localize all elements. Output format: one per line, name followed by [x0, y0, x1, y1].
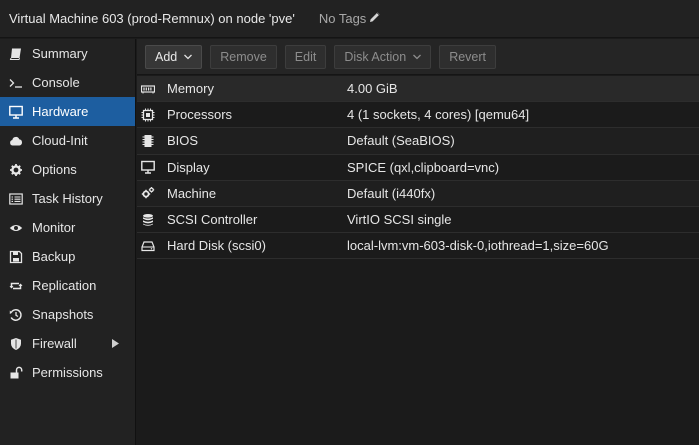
row-key: BIOS — [167, 133, 199, 149]
revert-button[interactable]: Revert — [439, 44, 497, 69]
pencil-icon[interactable] — [369, 11, 381, 26]
add-button-label: Add — [155, 49, 178, 64]
memory-icon — [141, 82, 155, 96]
row-value: 4.00 GiB — [347, 81, 398, 97]
table-row[interactable]: Processors 4 (1 sockets, 4 cores) [qemu6… — [137, 102, 699, 129]
chevron-right-icon[interactable] — [112, 339, 119, 348]
sidebar-item-label: Hardware — [32, 104, 89, 119]
terminal-icon — [9, 76, 23, 90]
sidebar-item-label: Cloud-Init — [32, 133, 88, 148]
retweet-icon — [9, 279, 23, 293]
monitor-icon — [9, 105, 23, 119]
sidebar: Summary Console Hardware Cloud-Init Opti… — [0, 39, 136, 445]
sidebar-item-hardware[interactable]: Hardware — [0, 97, 135, 126]
sidebar-item-label: Console — [32, 75, 80, 90]
row-key: Hard Disk (scsi0) — [167, 238, 266, 254]
table-row[interactable]: Memory 4.00 GiB — [137, 76, 699, 103]
book-icon — [9, 47, 23, 61]
sidebar-item-cloud-init[interactable]: Cloud-Init — [0, 126, 135, 155]
floppy-icon — [9, 250, 23, 264]
row-key: SCSI Controller — [167, 212, 258, 228]
sidebar-item-label: Replication — [32, 278, 97, 293]
list-icon — [9, 192, 23, 206]
edit-button[interactable]: Edit — [284, 44, 327, 69]
sidebar-item-monitor[interactable]: Monitor — [0, 213, 135, 242]
hardware-grid: Memory 4.00 GiB Processors 4 (1 sockets,… — [137, 76, 699, 260]
unlock-icon — [9, 366, 23, 380]
table-row[interactable]: BIOS Default (SeaBIOS) — [137, 128, 699, 155]
shield-icon — [9, 337, 23, 351]
toolbar: Add Remove Edit Disk Action Revert — [137, 39, 699, 75]
row-value: local-lvm:vm-603-disk-0,iothread=1,size=… — [347, 238, 609, 254]
sidebar-item-label: Backup — [32, 249, 76, 264]
sidebar-item-label: Monitor — [32, 220, 76, 235]
sidebar-item-options[interactable]: Options — [0, 155, 135, 184]
cloud-icon — [9, 134, 23, 148]
title-bar: Virtual Machine 603 (prod-Remnux) on nod… — [0, 0, 699, 38]
row-key: Machine — [167, 185, 217, 201]
desktop-icon — [141, 160, 155, 174]
hardware-panel: Add Remove Edit Disk Action Revert Memor… — [137, 39, 699, 445]
sidebar-item-replication[interactable]: Replication — [0, 271, 135, 300]
row-value: Default (SeaBIOS) — [347, 133, 455, 149]
disk-action-button[interactable]: Disk Action — [334, 44, 432, 69]
sidebar-item-label: Options — [32, 162, 77, 177]
row-value: VirtIO SCSI single — [347, 212, 452, 228]
sidebar-item-backup[interactable]: Backup — [0, 242, 135, 271]
sidebar-item-label: Summary — [32, 46, 88, 61]
row-key: Memory — [167, 81, 214, 97]
remove-button[interactable]: Remove — [210, 44, 277, 69]
sidebar-item-label: Snapshots — [32, 307, 94, 322]
sidebar-item-label: Permissions — [32, 365, 103, 380]
revert-button-label: Revert — [449, 49, 487, 64]
page-title: Virtual Machine 603 (prod-Remnux) on nod… — [9, 11, 295, 26]
sidebar-item-label: Firewall — [32, 336, 77, 351]
chevron-down-icon — [184, 54, 193, 60]
row-value: Default (i440fx) — [347, 185, 436, 201]
hdd-icon — [141, 239, 155, 253]
row-key: Processors — [167, 107, 233, 123]
table-row[interactable]: Machine Default (i440fx) — [137, 180, 699, 207]
row-key: Display — [167, 159, 210, 175]
sidebar-item-permissions[interactable]: Permissions — [0, 358, 135, 387]
edit-button-label: Edit — [294, 49, 317, 64]
cpu-icon — [141, 108, 155, 122]
gear-icon — [9, 163, 23, 177]
eye-icon — [9, 221, 23, 235]
sidebar-item-label: Task History — [32, 191, 103, 206]
table-row[interactable]: SCSI Controller VirtIO SCSI single — [137, 207, 699, 234]
microchip-icon — [141, 134, 155, 148]
tags-label: No Tags — [318, 11, 367, 26]
history-icon — [9, 308, 23, 322]
table-row[interactable]: Display SPICE (qxl,clipboard=vnc) — [137, 155, 699, 181]
row-value: SPICE (qxl,clipboard=vnc) — [347, 159, 500, 175]
tags-editor[interactable]: No Tags — [319, 11, 381, 26]
sidebar-item-summary[interactable]: Summary — [0, 39, 135, 68]
table-row[interactable]: Hard Disk (scsi0) local-lvm:vm-603-disk-… — [137, 233, 699, 260]
cogs-icon — [141, 186, 155, 200]
row-value: 4 (1 sockets, 4 cores) [qemu64] — [347, 107, 530, 123]
database-icon — [141, 213, 155, 227]
sidebar-item-firewall[interactable]: Firewall — [0, 329, 135, 358]
add-button[interactable]: Add — [145, 44, 203, 69]
sidebar-item-console[interactable]: Console — [0, 68, 135, 97]
remove-button-label: Remove — [220, 49, 267, 64]
sidebar-item-task-history[interactable]: Task History — [0, 184, 135, 213]
disk-action-button-label: Disk Action — [344, 49, 407, 64]
sidebar-item-snapshots[interactable]: Snapshots — [0, 300, 135, 329]
chevron-down-icon — [413, 54, 422, 60]
